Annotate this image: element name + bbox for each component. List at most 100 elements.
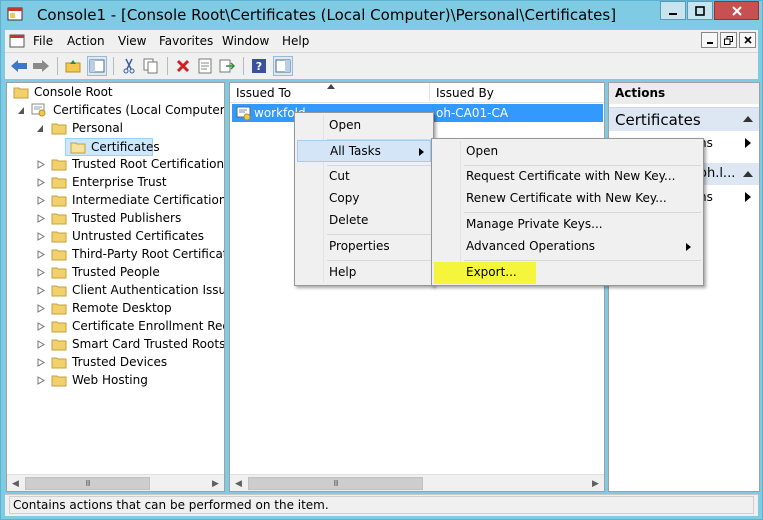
folder-open-icon: [70, 142, 86, 154]
menu-item-help[interactable]: Help: [297, 262, 431, 284]
menu-item-cut[interactable]: Cut: [297, 166, 431, 188]
delete-x-icon: [176, 59, 190, 73]
tree-label: Console Root: [34, 85, 113, 99]
submenu-item-renew-certificate[interactable]: Renew Certificate with New Key...: [434, 188, 701, 210]
child-minimize-button[interactable]: [701, 32, 718, 48]
cut-button[interactable]: [119, 56, 139, 76]
folder-icon: [51, 339, 67, 351]
minimize-icon: [706, 42, 713, 44]
submenu-item-export[interactable]: Export...: [434, 262, 536, 284]
column-header-issued-to[interactable]: Issued To: [230, 83, 430, 103]
close-icon: [731, 5, 742, 16]
actions-header: Actions: [609, 83, 759, 104]
status-text: Contains actions that can be performed o…: [9, 496, 754, 514]
folder-icon: [51, 177, 67, 189]
child-restore-button[interactable]: [720, 32, 737, 48]
menu-file[interactable]: File: [33, 34, 53, 48]
tree-label: Web Hosting: [72, 373, 148, 387]
submenu-arrow-icon: [745, 192, 751, 202]
collapsed-arrow-icon[interactable]: [37, 268, 45, 277]
collapsed-arrow-icon[interactable]: [37, 340, 45, 349]
tree-label: Remote Desktop: [72, 301, 172, 315]
collapsed-arrow-icon[interactable]: [37, 160, 45, 169]
submenu-item-advanced-operations[interactable]: Advanced Operations: [434, 236, 701, 258]
console-menu-icon[interactable]: [9, 33, 25, 49]
menu-favorites[interactable]: Favorites: [159, 34, 213, 48]
collapsed-arrow-icon[interactable]: [37, 196, 45, 205]
delete-button[interactable]: [173, 56, 193, 76]
scroll-left-icon[interactable]: ◀: [230, 475, 247, 491]
submenu-item-request-certificate[interactable]: Request Certificate with New Key...: [434, 166, 701, 188]
show-hide-tree-button[interactable]: [87, 56, 107, 76]
toolbar: ?: [5, 52, 758, 79]
collapsed-arrow-icon[interactable]: [37, 232, 45, 241]
tree-horizontal-scrollbar[interactable]: ◀ III ▶: [7, 474, 224, 491]
maximize-button[interactable]: [687, 1, 713, 20]
expanded-arrow-icon[interactable]: [36, 124, 44, 133]
menu-item-open[interactable]: Open: [297, 115, 431, 137]
menu-help[interactable]: Help: [282, 34, 309, 48]
forward-button[interactable]: [31, 56, 51, 76]
up-one-level-button[interactable]: [63, 56, 83, 76]
collapsed-arrow-icon[interactable]: [37, 178, 45, 187]
menu-action[interactable]: Action: [67, 34, 105, 48]
scroll-left-icon[interactable]: ◀: [7, 475, 24, 491]
submenu-item-manage-private-keys[interactable]: Manage Private Keys...: [434, 214, 701, 236]
child-close-button[interactable]: [739, 32, 756, 48]
section-title: oh.l...: [699, 166, 736, 181]
tree-label: Certificate Enrollment Reque: [72, 319, 224, 333]
console-tree-icon: [89, 59, 105, 73]
menu-item-all-tasks[interactable]: All Tasks: [297, 140, 431, 162]
close-icon: [743, 36, 752, 44]
submenu-arrow-icon: [686, 243, 691, 251]
up-folder-icon: [65, 60, 81, 73]
collapsed-arrow-icon[interactable]: [37, 250, 45, 259]
scissors-icon: [123, 58, 135, 74]
certificate-icon: [236, 106, 251, 121]
menu-item-properties[interactable]: Properties: [297, 236, 431, 258]
expanded-arrow-icon[interactable]: [17, 106, 25, 115]
close-button[interactable]: [714, 1, 759, 20]
column-header-issued-by[interactable]: Issued By: [430, 83, 604, 103]
collapsed-arrow-icon[interactable]: [37, 304, 45, 313]
menu-item-copy[interactable]: Copy: [297, 188, 431, 210]
collapse-up-icon[interactable]: [743, 171, 753, 177]
list-horizontal-scrollbar[interactable]: ◀ III ▶: [230, 474, 604, 491]
tree-label: Trusted People: [72, 265, 160, 279]
tree-label: Smart Card Trusted Roots: [72, 337, 225, 351]
collapsed-arrow-icon[interactable]: [37, 286, 45, 295]
collapsed-arrow-icon[interactable]: [37, 214, 45, 223]
export-list-icon: [219, 59, 235, 73]
tree-label: Trusted Publishers: [72, 211, 182, 225]
back-button[interactable]: [9, 56, 29, 76]
status-bar: Contains actions that can be performed o…: [5, 494, 758, 516]
minimize-button[interactable]: [660, 1, 686, 20]
actions-section-certificates[interactable]: Certificates: [609, 107, 759, 131]
submenu-item-open[interactable]: Open: [434, 141, 701, 163]
folder-icon: [51, 375, 67, 387]
scroll-thumb[interactable]: III: [25, 477, 150, 490]
collapsed-arrow-icon[interactable]: [37, 376, 45, 385]
scroll-right-icon[interactable]: ▶: [587, 475, 604, 491]
title-bar[interactable]: Console1 - [Console Root\Certificates (L…: [1, 1, 762, 29]
scroll-right-icon[interactable]: ▶: [207, 475, 224, 491]
collapsed-arrow-icon[interactable]: [37, 358, 45, 367]
properties-button[interactable]: [195, 56, 215, 76]
tree-item-certificates-selected[interactable]: Certificates: [65, 138, 160, 156]
folder-icon: [51, 357, 67, 369]
collapse-up-icon[interactable]: [743, 116, 753, 122]
export-list-button[interactable]: [217, 56, 237, 76]
help-button[interactable]: ?: [249, 56, 269, 76]
menu-item-delete[interactable]: Delete: [297, 210, 431, 232]
menu-view[interactable]: View: [118, 34, 146, 48]
section-title: Certificates: [615, 111, 701, 129]
show-hide-action-pane-button[interactable]: [273, 56, 293, 76]
collapsed-arrow-icon[interactable]: [37, 322, 45, 331]
menu-window[interactable]: Window: [222, 34, 269, 48]
menu-bar: File Action View Favorites Window Help: [5, 30, 758, 52]
scroll-thumb[interactable]: III: [248, 477, 423, 490]
folder-icon: [51, 267, 67, 279]
copy-button[interactable]: [141, 56, 161, 76]
mmc-window: Console1 - [Console Root\Certificates (L…: [0, 0, 763, 520]
folder-icon: [51, 213, 67, 225]
